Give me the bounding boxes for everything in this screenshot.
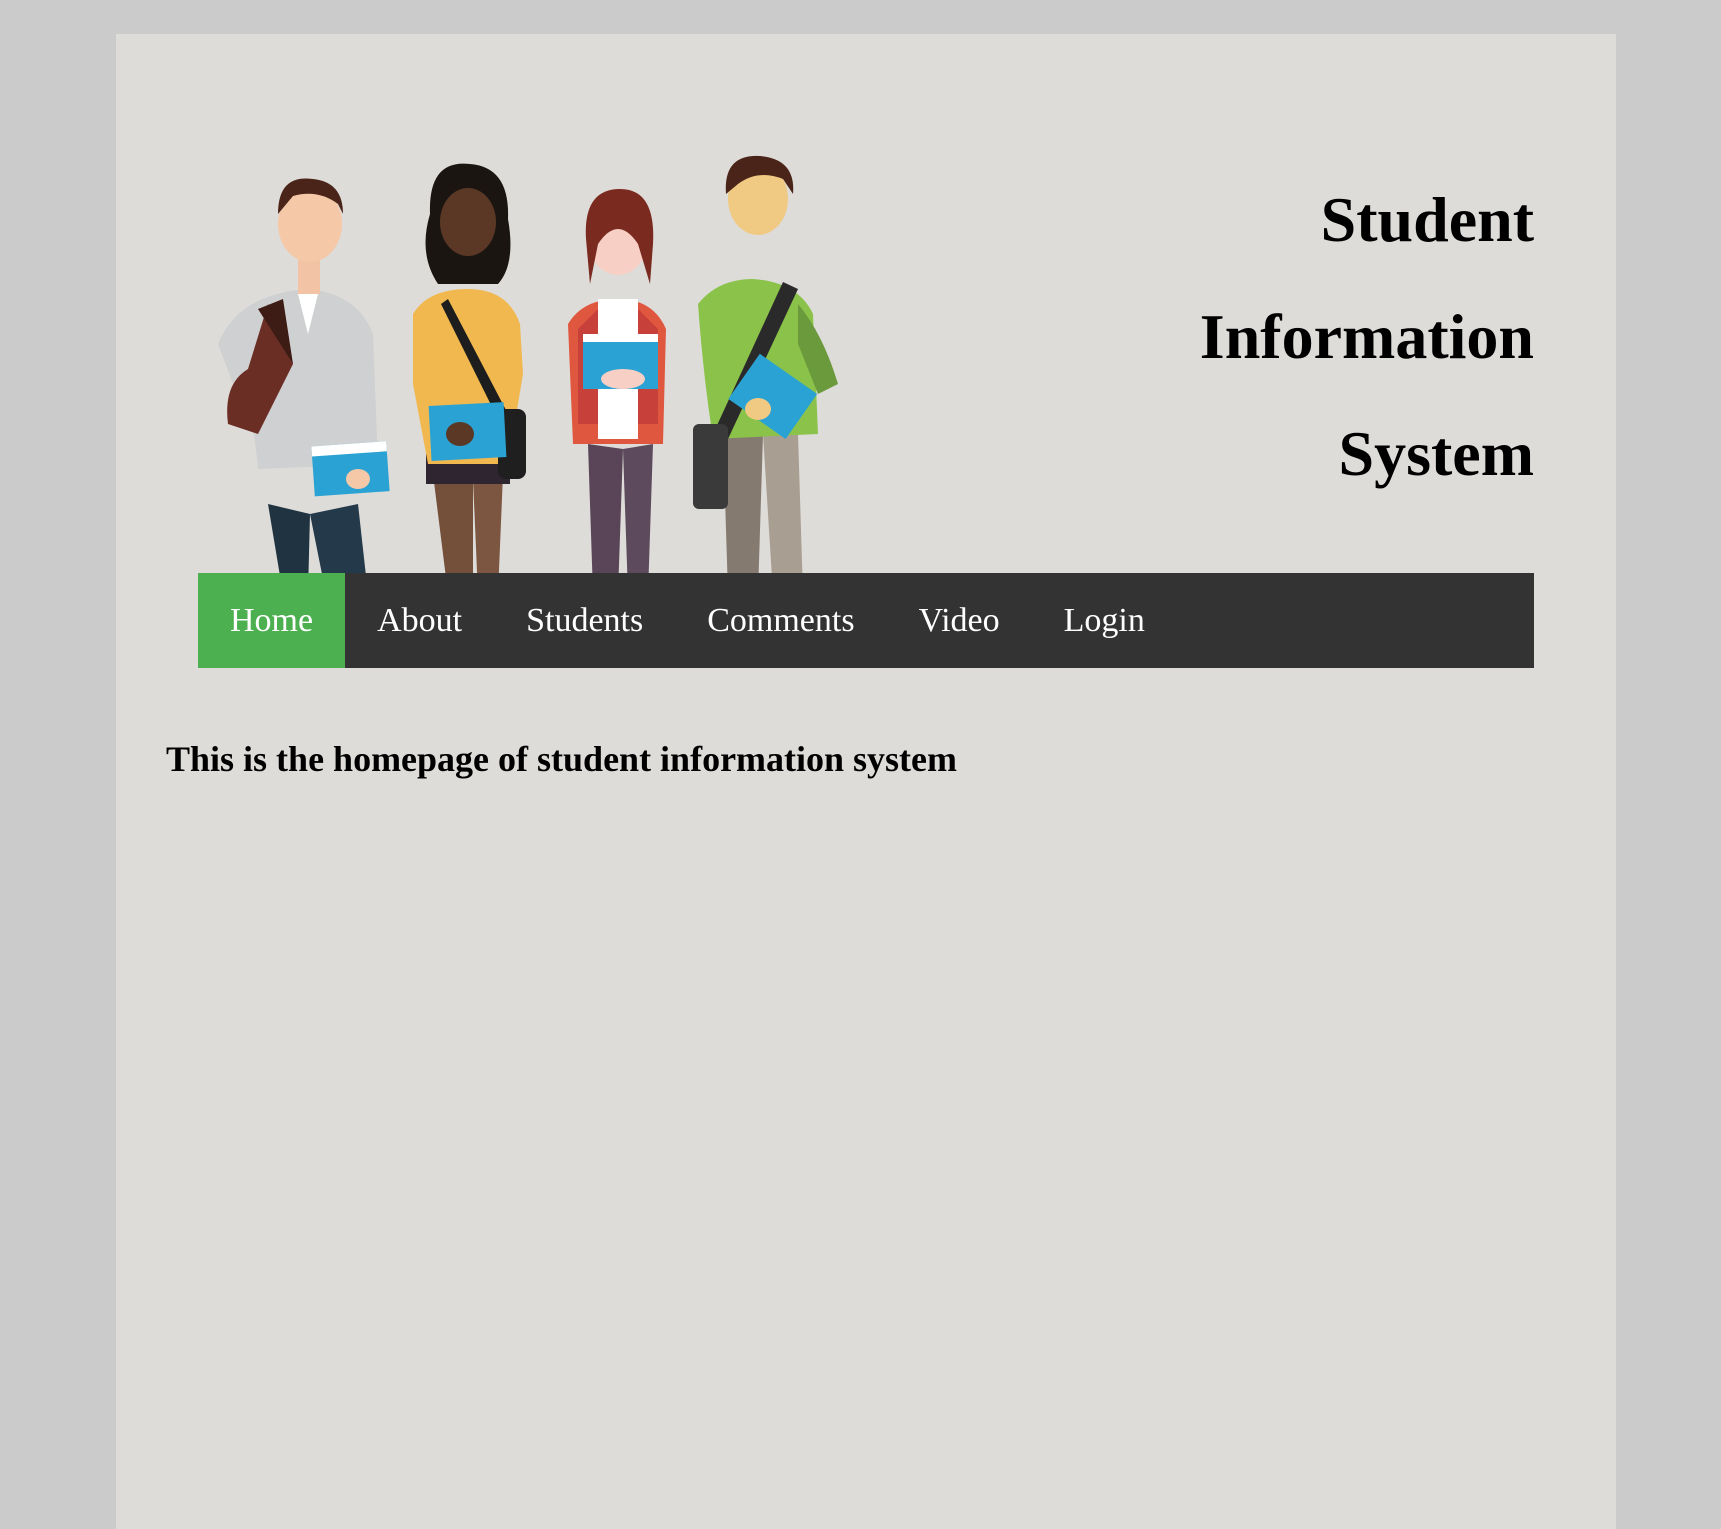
nav-item-students[interactable]: Students <box>494 573 675 668</box>
nav-item-home[interactable]: Home <box>198 573 346 668</box>
student-figure-3 <box>568 189 666 594</box>
nav-item-comments[interactable]: Comments <box>675 573 886 668</box>
page-heading: This is the homepage of student informat… <box>166 739 958 779</box>
site-title-line-1: Student <box>1320 184 1534 255</box>
nav-item-video[interactable]: Video <box>887 573 1032 668</box>
site-title-line-2: Information <box>1199 301 1534 372</box>
site-title-line-3: System <box>1338 418 1534 489</box>
site-header: Student Information System <box>198 104 1534 594</box>
student-figure-1 <box>218 178 390 594</box>
student-figure-2 <box>413 163 526 594</box>
student-figure-4 <box>693 155 838 594</box>
nav-item-about[interactable]: About <box>345 573 494 668</box>
site-title: Student Information System <box>1200 161 1534 512</box>
main-navigation: Home About Students Comments Video Login <box>198 573 1534 668</box>
students-illustration <box>218 155 838 594</box>
nav-item-login[interactable]: Login <box>1032 573 1177 668</box>
page-container: Student Information System Home About St… <box>116 34 1616 1529</box>
